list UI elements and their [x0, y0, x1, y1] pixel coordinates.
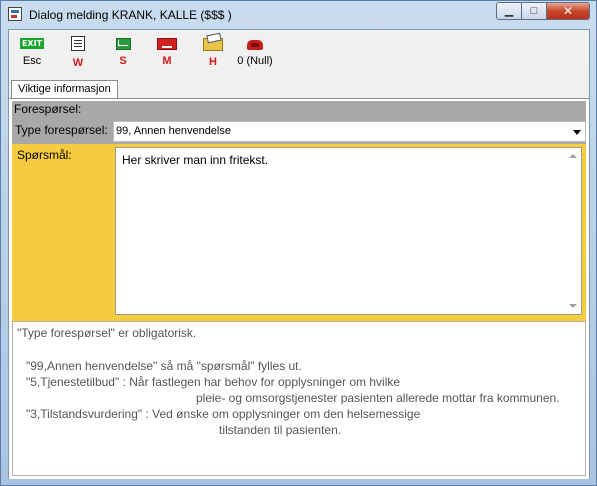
- help-line-5: "5,Tjenestetilbud" : Når fastlegen har b…: [26, 375, 401, 389]
- null-button[interactable]: 0 (Null): [235, 34, 275, 72]
- esc-button[interactable]: EXIT Esc: [17, 34, 47, 72]
- scroll-down-icon[interactable]: [569, 304, 577, 308]
- null-button-label: 0 (Null): [237, 55, 273, 67]
- minimize-icon: ▁: [504, 4, 514, 17]
- document-icon: [71, 36, 85, 51]
- request-type-label: Type forespørsel:: [15, 123, 108, 137]
- scroll-up-icon[interactable]: [569, 154, 577, 158]
- h-button-label: H: [209, 56, 217, 68]
- question-label: Spørsmål:: [17, 148, 72, 162]
- s-button-label: S: [119, 55, 127, 67]
- help-line-required: "Type forespørsel" er obligatorisk.: [17, 326, 197, 340]
- toolbar: EXIT Esc W S M H 0 (Null): [9, 30, 589, 76]
- exit-icon: EXIT: [20, 38, 44, 49]
- w-button[interactable]: W: [67, 34, 89, 72]
- request-section-label: Forespørsel:: [12, 101, 586, 118]
- question-text: Her skriver man inn fritekst.: [122, 153, 269, 167]
- help-text-box: "Type forespørsel" er obligatorisk. "99,…: [12, 321, 586, 476]
- tab-panel: Forespørsel: Type forespørsel: 99, Annen…: [9, 98, 589, 479]
- title-bar[interactable]: Dialog melding KRANK, KALLE ($$$ ) ▁ □ ✕: [1, 1, 596, 29]
- folder-icon: [203, 38, 223, 51]
- help-line-99: "99,Annen henvendelse" så må "spørsmål" …: [26, 359, 302, 373]
- dialog-client-area: EXIT Esc W S M H 0 (Null) Viktige inform…: [8, 29, 590, 479]
- question-textarea[interactable]: Her skriver man inn fritekst.: [115, 147, 582, 315]
- esc-button-label: Esc: [22, 55, 42, 67]
- chevron-down-icon[interactable]: [573, 130, 581, 135]
- request-type-select[interactable]: 99, Annen henvendelse: [113, 121, 586, 142]
- help-line-3-cont: tilstanden til pasienten.: [219, 423, 342, 437]
- h-button[interactable]: H: [201, 34, 225, 72]
- tab-viktige-informasjon[interactable]: Viktige informasjon: [11, 80, 118, 98]
- close-button[interactable]: ✕: [547, 2, 590, 20]
- window-title: Dialog melding KRANK, KALLE ($$$ ): [29, 8, 232, 22]
- request-type-value: 99, Annen henvendelse: [116, 125, 231, 137]
- m-button[interactable]: M: [155, 34, 179, 72]
- question-row: Spørsmål: Her skriver man inn fritekst.: [12, 144, 586, 321]
- tab-strip: Viktige informasjon: [9, 78, 589, 98]
- app-icon[interactable]: [8, 7, 22, 21]
- w-button-label: W: [72, 57, 84, 69]
- window-controls: ▁ □ ✕: [496, 2, 590, 20]
- s-button[interactable]: S: [112, 34, 134, 72]
- maximize-button[interactable]: □: [522, 2, 547, 20]
- m-button-label: M: [162, 55, 172, 67]
- request-type-row: Type forespørsel: 99, Annen henvendelse: [12, 118, 586, 144]
- green-envelope-icon: [115, 38, 131, 50]
- help-line-5-cont: pleie- og omsorgstjenester pasienten all…: [196, 391, 560, 405]
- maximize-icon: □: [530, 4, 538, 17]
- red-envelope-icon: [157, 38, 177, 50]
- minimize-button[interactable]: ▁: [496, 2, 522, 20]
- phone-icon: [247, 40, 263, 50]
- close-icon: ✕: [562, 4, 574, 18]
- help-line-3: "3,Tilstandsvurdering" : Ved ønske om op…: [26, 407, 421, 421]
- dialog-window: Dialog melding KRANK, KALLE ($$$ ) ▁ □ ✕…: [0, 0, 597, 486]
- question-scrollbar[interactable]: [565, 148, 581, 314]
